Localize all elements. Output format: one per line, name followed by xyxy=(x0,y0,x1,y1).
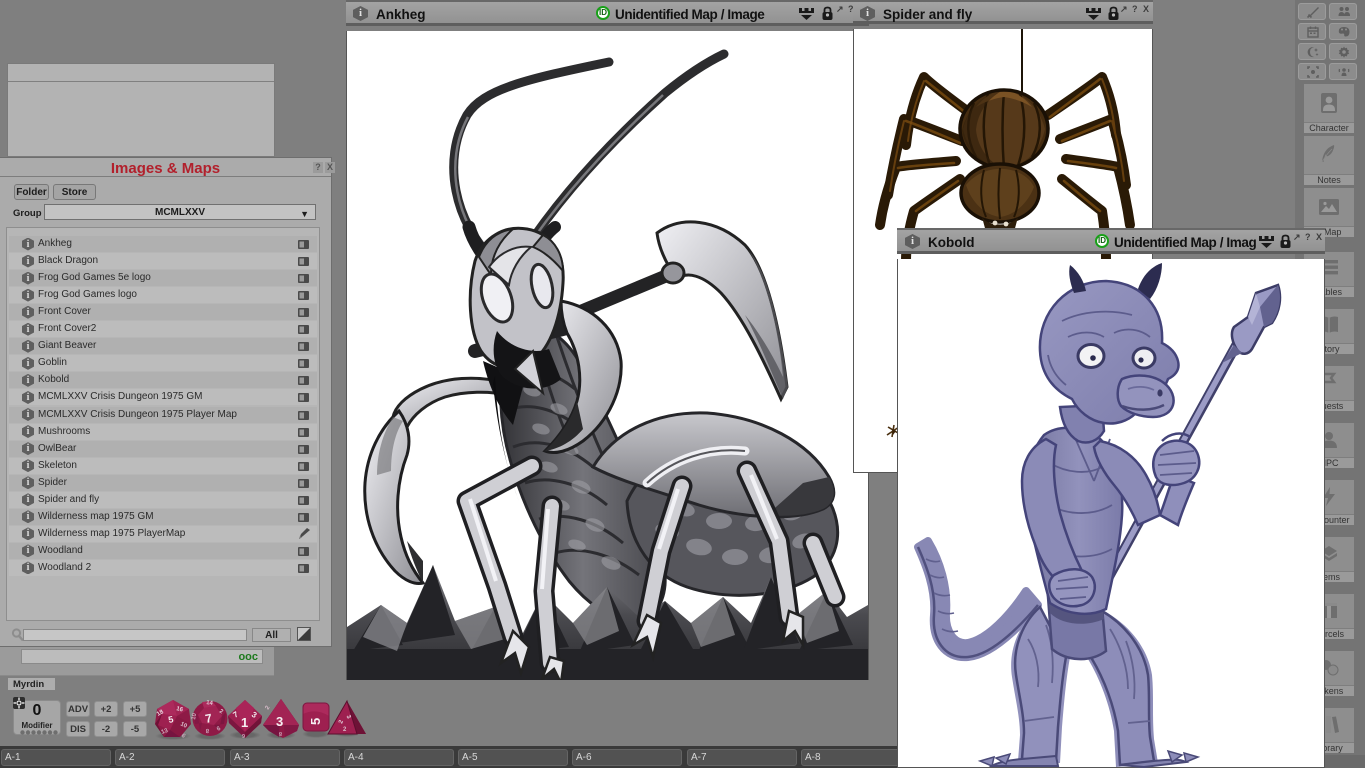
svg-text:8: 8 xyxy=(279,730,282,736)
svg-text:2: 2 xyxy=(265,704,272,711)
svg-text:5: 5 xyxy=(308,718,323,725)
svg-text:9: 9 xyxy=(242,734,245,740)
svg-text:1: 1 xyxy=(241,715,248,730)
svg-text:3: 3 xyxy=(276,714,283,729)
